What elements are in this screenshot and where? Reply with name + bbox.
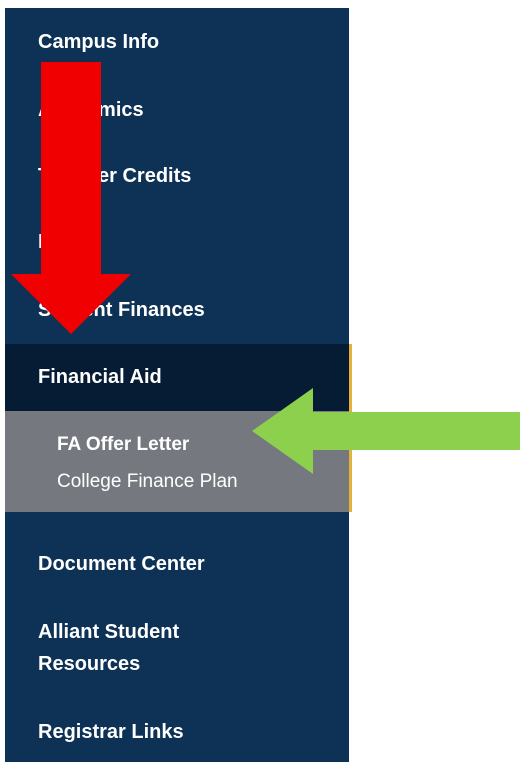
sidebar-item-registrar-links[interactable]: Registrar Links bbox=[5, 716, 349, 748]
sidebar-item-label: Academics bbox=[38, 99, 144, 121]
sidebar-item-label: Registrar Links bbox=[38, 721, 184, 743]
sidebar-item-label: Campus Info bbox=[38, 31, 160, 53]
sidebar-item-label: Transfer Credits bbox=[38, 165, 192, 187]
page: Campus Info Academics Transfer Credits P… bbox=[0, 0, 521, 763]
sidebar-item-label: Profile bbox=[38, 231, 101, 253]
submenu-item-label: FA Offer Letter bbox=[57, 434, 190, 455]
submenu-item-fa-offer-letter[interactable]: FA Offer Letter bbox=[57, 431, 189, 459]
submenu-item-college-finance-plan[interactable]: College Finance Plan bbox=[57, 468, 238, 496]
sidebar-item-transfer-credits[interactable]: Transfer Credits bbox=[5, 160, 349, 192]
sidebar-item-alliant-student-resources[interactable]: Alliant Student Resources bbox=[5, 616, 265, 680]
sidebar-nav: Campus Info Academics Transfer Credits P… bbox=[5, 8, 352, 762]
sidebar-item-profile[interactable]: Profile bbox=[5, 226, 349, 258]
sidebar-item-financial-aid[interactable]: Financial Aid bbox=[5, 344, 352, 411]
sidebar-item-student-finances[interactable]: Student Finances bbox=[5, 294, 349, 326]
submenu-item-label: College Finance Plan bbox=[57, 471, 238, 492]
sidebar-item-label: Student Finances bbox=[38, 299, 205, 321]
sidebar-item-document-center[interactable]: Document Center bbox=[5, 548, 349, 580]
sidebar-item-label: Financial Aid bbox=[38, 366, 162, 388]
sidebar-item-label: Document Center bbox=[38, 553, 205, 575]
sidebar-item-campus-info[interactable]: Campus Info bbox=[5, 26, 349, 58]
sidebar-item-label: Alliant Student Resources bbox=[38, 621, 180, 675]
sidebar-item-academics[interactable]: Academics bbox=[5, 94, 349, 126]
financial-aid-submenu: FA Offer Letter College Finance Plan bbox=[5, 411, 352, 512]
